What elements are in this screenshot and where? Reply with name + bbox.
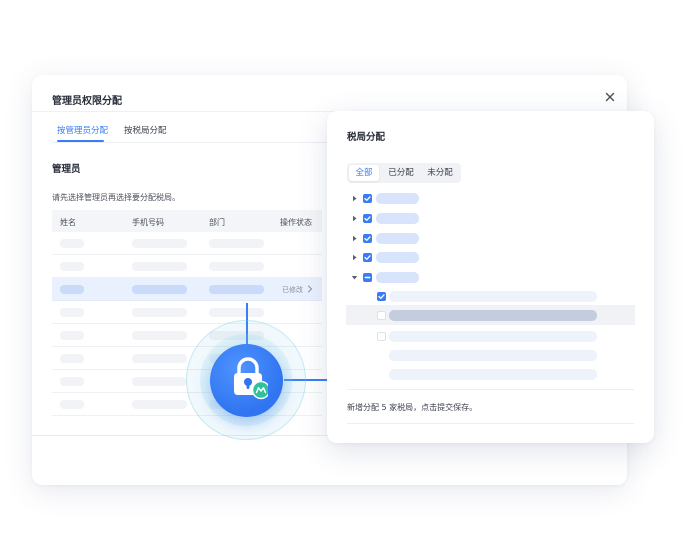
tree-node[interactable] <box>327 190 654 208</box>
caret-down-icon[interactable] <box>351 274 358 281</box>
tree-checkbox[interactable] <box>363 234 372 243</box>
caret-right-icon[interactable] <box>351 254 358 261</box>
caret-right-icon[interactable] <box>351 195 358 202</box>
tree-child-checkbox[interactable] <box>377 292 386 301</box>
caret-right-icon[interactable] <box>351 215 358 222</box>
filter-all[interactable]: 全部 <box>349 165 379 181</box>
filter-unassigned[interactable]: 未分配 <box>421 165 459 181</box>
filter-assigned[interactable]: 已分配 <box>383 165 419 181</box>
column-header-name: 姓名 <box>60 218 76 227</box>
tree-child-item[interactable] <box>389 331 597 342</box>
check-icon <box>364 196 371 201</box>
tree-checkbox[interactable] <box>363 253 372 262</box>
close-icon[interactable] <box>603 90 617 104</box>
row-status: 已修改 <box>282 286 303 294</box>
check-icon <box>364 255 371 260</box>
tree-node[interactable] <box>327 230 654 248</box>
table-row[interactable] <box>52 232 322 255</box>
check-icon <box>364 236 371 241</box>
panel-title: 税局分配 <box>347 132 386 143</box>
hint-text: 请先选择管理员再选择要分配税局。 <box>52 193 180 202</box>
lock-icon <box>234 357 268 400</box>
tree-child-item[interactable] <box>389 369 597 380</box>
check-icon <box>364 216 371 221</box>
caret-right-icon[interactable] <box>351 235 358 242</box>
tree-child-item[interactable] <box>389 310 597 321</box>
tab-by-admin[interactable]: 按管理员分配 <box>57 124 108 136</box>
tree-node-expanded[interactable] <box>327 269 654 287</box>
tree-node[interactable] <box>327 249 654 267</box>
filter-segmented-control: 全部 已分配 未分配 <box>347 163 461 183</box>
chevron-right-icon[interactable] <box>307 285 313 293</box>
panel-divider <box>347 389 634 390</box>
tree-checkbox[interactable] <box>363 194 372 203</box>
tab-by-tax-bureau[interactable]: 按税局分配 <box>124 124 167 136</box>
tree-checkbox-indeterminate[interactable] <box>363 273 372 282</box>
tree-child-item[interactable] <box>389 291 597 302</box>
footer-message: 新增分配 5 家税局，点击提交保存。 <box>347 403 478 412</box>
section-title: 管理员 <box>52 164 81 175</box>
column-header-department: 部门 <box>209 218 225 227</box>
table-row[interactable] <box>52 255 322 278</box>
table-row[interactable] <box>52 301 322 324</box>
check-icon <box>378 294 385 299</box>
column-header-phone: 手机号码 <box>132 218 164 227</box>
table-header: 姓名 手机号码 部门 操作状态 <box>52 210 322 232</box>
tree-child-item[interactable] <box>389 350 597 361</box>
tree-checkbox[interactable] <box>363 214 372 223</box>
table-row-selected[interactable]: 已修改 <box>52 278 322 301</box>
tax-bureau-panel: 税局分配 全部 已分配 未分配 新增分配 5 家税局，点击提交保存。 <box>327 111 654 443</box>
dialog-title: 管理员权限分配 <box>52 96 122 107</box>
tree-child-checkbox[interactable] <box>377 311 386 320</box>
tree-node[interactable] <box>327 210 654 228</box>
column-header-status: 操作状态 <box>280 218 312 227</box>
tree-child-checkbox[interactable] <box>377 332 386 341</box>
panel-divider <box>347 423 634 424</box>
